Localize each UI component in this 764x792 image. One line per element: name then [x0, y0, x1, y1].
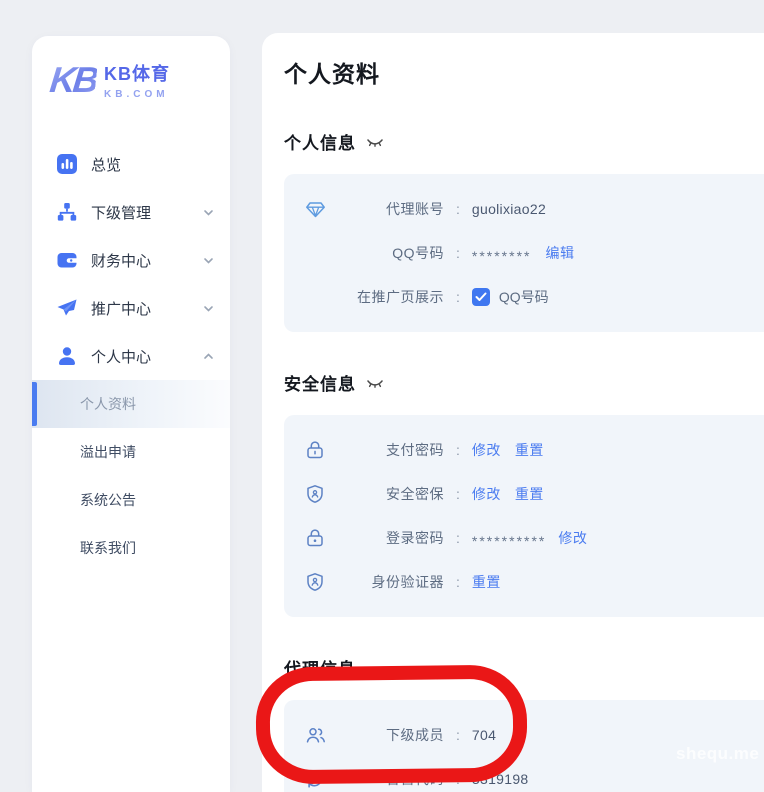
colon: : — [456, 574, 460, 590]
row-label: QQ号码 — [340, 243, 444, 263]
reset-pay-password-link[interactable]: 重置 — [515, 440, 544, 460]
sidebar-subitem-overflow-request[interactable]: 溢出申请 — [32, 428, 230, 476]
colon: : — [456, 530, 460, 546]
security-info-panel: 支付密码 : 修改 重置 安全密保 : 修改 重置 登录密码 : *******… — [284, 415, 764, 617]
row-icon-spacer — [304, 242, 326, 264]
reset-security-question-link[interactable]: 重置 — [515, 484, 544, 504]
logo-subtitle: KB.COM — [104, 89, 170, 100]
security-question-row: 安全密保 : 修改 重置 — [304, 472, 764, 516]
chevron-down-icon — [202, 254, 214, 266]
colon: : — [456, 289, 460, 305]
colon: : — [456, 486, 460, 502]
modify-login-password-link[interactable]: 修改 — [558, 528, 587, 548]
logo-text: KB体育 KB.COM — [104, 60, 170, 100]
section-title: 安全信息 — [284, 370, 356, 395]
row-label: 支付密码 — [340, 440, 444, 460]
sidebar-subitem-contact-us[interactable]: 联系我们 — [32, 524, 230, 572]
sidebar: KB KB体育 KB.COM 总览 下级管理 财务中心 — [32, 36, 230, 792]
sidebar-nav: 总览 下级管理 财务中心 推广中心 — [32, 140, 230, 572]
sidebar-item-personal-center[interactable]: 个人中心 — [32, 332, 230, 380]
check-icon — [475, 292, 487, 302]
login-password-masked: ********** — [472, 528, 546, 549]
personal-info-panel: 代理账号 : guolixiao22 QQ号码 : ******** 编辑 在推… — [284, 174, 764, 332]
watermark: shequ.me — [676, 744, 759, 764]
subitem-label: 联系我们 — [80, 538, 136, 558]
sidebar-item-label: 总览 — [91, 154, 214, 175]
checkbox-label: QQ号码 — [499, 287, 549, 307]
colon: : — [456, 727, 460, 743]
subitem-label: 系统公告 — [80, 490, 136, 510]
agent-account-value: guolixiao22 — [472, 201, 546, 217]
reset-authenticator-link[interactable]: 重置 — [472, 572, 501, 592]
colon: : — [456, 771, 460, 787]
qq-number-row: QQ号码 : ******** 编辑 — [304, 231, 764, 275]
sidebar-subitem-system-announcement[interactable]: 系统公告 — [32, 476, 230, 524]
chevron-down-icon — [202, 302, 214, 314]
authenticator-row: 身份验证器 : 重置 — [304, 560, 764, 604]
hierarchy-icon — [56, 201, 78, 223]
shield-user-icon — [304, 571, 326, 593]
subitem-label: 个人资料 — [80, 394, 136, 414]
sidebar-item-label: 财务中心 — [91, 250, 202, 271]
colon: : — [456, 245, 460, 261]
sidebar-item-subordinates[interactable]: 下级管理 — [32, 188, 230, 236]
chevron-down-icon — [202, 206, 214, 218]
logo-kb-mark: KB — [48, 62, 98, 98]
edit-qq-link[interactable]: 编辑 — [545, 243, 574, 263]
shield-icon — [304, 483, 326, 505]
wallet-icon — [56, 249, 78, 271]
sidebar-item-label: 下级管理 — [91, 202, 202, 223]
sidebar-item-promotion[interactable]: 推广中心 — [32, 284, 230, 332]
row-label: 登录密码 — [340, 528, 444, 548]
row-label: 代理账号 — [340, 199, 444, 219]
row-label: 身份验证器 — [340, 572, 444, 592]
main-content: 个人资料 个人信息 代理账号 : guolixiao22 QQ号码 : ****… — [262, 33, 764, 792]
subitem-label: 溢出申请 — [80, 442, 136, 462]
modify-security-question-link[interactable]: 修改 — [472, 484, 501, 504]
qq-masked-value: ******** — [472, 243, 532, 264]
colon: : — [456, 442, 460, 458]
qq-display-checkbox[interactable] — [472, 288, 490, 306]
show-on-promo-row: 在推广页展示 : QQ号码 — [304, 275, 764, 319]
row-icon-spacer — [304, 286, 326, 308]
sidebar-item-label: 个人中心 — [91, 346, 202, 367]
subordinate-members-value: 704 — [472, 727, 496, 743]
paper-plane-icon — [56, 297, 78, 319]
row-label: 在推广页展示 — [340, 287, 444, 307]
logo-title: KB体育 — [104, 60, 170, 86]
lock-icon — [304, 439, 326, 461]
diamond-icon — [304, 198, 326, 220]
agent-info-header: 代理信息 — [284, 655, 764, 680]
security-info-header: 安全信息 — [284, 370, 764, 395]
agent-account-row: 代理账号 : guolixiao22 — [304, 187, 764, 231]
sidebar-item-finance[interactable]: 财务中心 — [32, 236, 230, 284]
sidebar-item-overview[interactable]: 总览 — [32, 140, 230, 188]
colon: : — [456, 201, 460, 217]
row-label: 下级成员 — [340, 725, 444, 745]
login-password-row: 登录密码 : ********** 修改 — [304, 516, 764, 560]
sidebar-subitem-profile[interactable]: 个人资料 — [32, 380, 230, 428]
user-icon — [56, 345, 78, 367]
sidebar-item-label: 推广中心 — [91, 298, 202, 319]
pay-password-row: 支付密码 : 修改 重置 — [304, 428, 764, 472]
section-title: 个人信息 — [284, 129, 356, 154]
closed-eye-icon[interactable] — [366, 376, 384, 390]
partner-code-value: 3319198 — [472, 771, 529, 787]
people-icon — [304, 724, 326, 746]
logo: KB KB体育 KB.COM — [32, 36, 230, 100]
closed-eye-icon[interactable] — [366, 135, 384, 149]
sync-icon — [304, 768, 326, 790]
personal-info-header: 个人信息 — [284, 129, 764, 154]
page-title: 个人资料 — [284, 55, 764, 89]
row-label: 合营代码 — [340, 769, 444, 789]
row-label: 安全密保 — [340, 484, 444, 504]
bar-chart-icon — [56, 153, 78, 175]
section-title: 代理信息 — [284, 655, 356, 680]
modify-pay-password-link[interactable]: 修改 — [472, 440, 501, 460]
lock-icon — [304, 527, 326, 549]
chevron-up-icon — [202, 350, 214, 362]
